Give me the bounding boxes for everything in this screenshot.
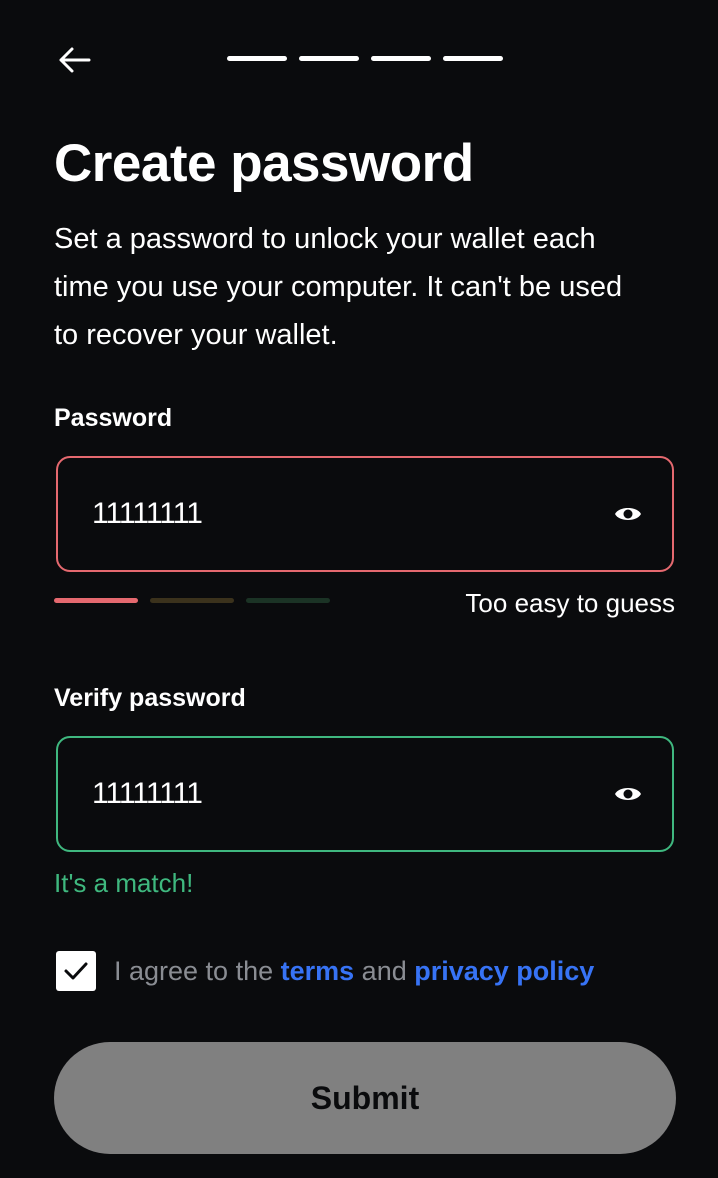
strength-segment <box>150 598 234 603</box>
submit-button[interactable]: Submit <box>54 1042 676 1154</box>
arrow-left-icon <box>59 47 91 73</box>
agree-checkbox[interactable] <box>56 951 96 991</box>
checkmark-icon <box>64 962 88 980</box>
terms-link[interactable]: terms <box>281 956 355 986</box>
agree-row: I agree to the terms and privacy policy <box>56 951 594 991</box>
progress-step <box>299 56 359 61</box>
password-field <box>56 456 674 572</box>
page-title: Create password <box>54 134 474 193</box>
show-password-button[interactable] <box>608 494 648 534</box>
progress-step <box>371 56 431 61</box>
password-input[interactable] <box>92 497 608 531</box>
progress-indicator <box>227 56 503 61</box>
strength-segment <box>54 598 138 603</box>
password-label: Password <box>54 404 173 432</box>
eye-icon <box>615 788 641 800</box>
privacy-policy-link[interactable]: privacy policy <box>414 956 594 986</box>
agree-prefix: I agree to the <box>114 955 281 986</box>
agree-middle: and <box>354 955 415 986</box>
eye-icon <box>615 508 641 520</box>
strength-segment <box>246 598 330 603</box>
strength-hint: Too easy to guess <box>465 588 675 618</box>
verify-password-input[interactable] <box>92 777 608 811</box>
password-strength-meter <box>54 598 330 603</box>
page-subtitle: Set a password to unlock your wallet eac… <box>54 223 623 351</box>
verify-password-label: Verify password <box>54 684 246 712</box>
show-verify-password-button[interactable] <box>608 774 648 814</box>
create-password-screen: Create password Set a password to unlock… <box>0 0 718 1178</box>
progress-step <box>227 56 287 61</box>
match-status: It's a match! <box>54 868 194 898</box>
verify-password-field <box>56 736 674 852</box>
progress-step <box>443 56 503 61</box>
agree-text: I agree to the terms and privacy policy <box>114 956 594 987</box>
back-button[interactable] <box>54 42 94 78</box>
